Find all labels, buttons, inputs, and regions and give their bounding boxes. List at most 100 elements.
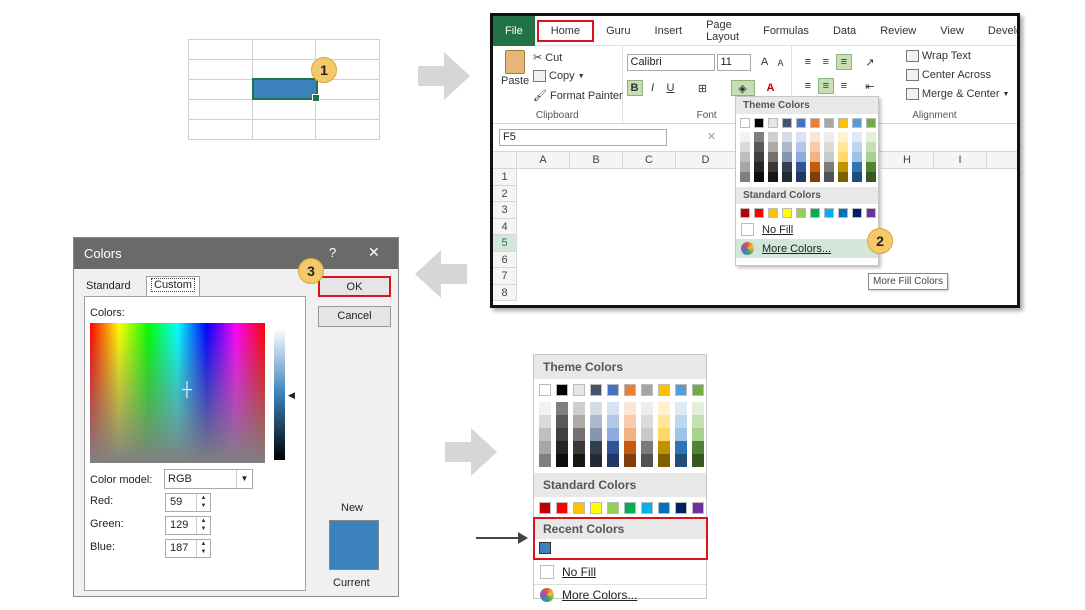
color-swatch[interactable]: [607, 415, 619, 428]
color-swatch[interactable]: [768, 132, 778, 142]
color-swatch[interactable]: [692, 384, 704, 396]
color-swatch[interactable]: [838, 152, 848, 162]
color-swatch[interactable]: [810, 142, 820, 152]
color-swatch[interactable]: [658, 428, 670, 441]
slider-pointer-icon[interactable]: ◀: [288, 390, 295, 401]
color-swatch[interactable]: [539, 384, 551, 396]
color-swatch[interactable]: [838, 162, 848, 172]
tab-file[interactable]: File: [493, 16, 535, 46]
color-swatch[interactable]: [852, 172, 862, 182]
color-spectrum-picker[interactable]: ┼: [90, 323, 265, 463]
color-swatch[interactable]: [796, 172, 806, 182]
select-all-corner[interactable]: [493, 152, 517, 169]
color-swatch[interactable]: [590, 502, 602, 514]
color-swatch[interactable]: [852, 118, 862, 128]
borders-icon[interactable]: ⊞: [695, 80, 711, 96]
color-swatch[interactable]: [810, 118, 820, 128]
color-swatch[interactable]: [641, 384, 653, 396]
color-swatch[interactable]: [692, 441, 704, 454]
color-swatch[interactable]: [607, 428, 619, 441]
color-swatch[interactable]: [754, 142, 764, 152]
color-swatch[interactable]: [641, 415, 653, 428]
color-swatch[interactable]: [573, 428, 585, 441]
italic-button[interactable]: I: [645, 80, 661, 96]
more-colors-option[interactable]: More Colors...: [736, 239, 878, 258]
fill-color-button[interactable]: ◈: [730, 80, 755, 96]
color-swatch[interactable]: [740, 132, 750, 142]
no-fill-option[interactable]: No Fill: [534, 560, 706, 584]
color-swatch[interactable]: [740, 162, 750, 172]
color-swatch[interactable]: [556, 502, 568, 514]
color-swatch[interactable]: [607, 441, 619, 454]
color-swatch[interactable]: [692, 502, 704, 514]
color-swatch[interactable]: [658, 402, 670, 415]
color-swatch[interactable]: [590, 454, 602, 467]
color-swatch[interactable]: [658, 415, 670, 428]
color-swatch[interactable]: [754, 152, 764, 162]
tab-view[interactable]: View: [928, 16, 976, 46]
color-swatch[interactable]: [624, 415, 636, 428]
column-header[interactable]: H: [881, 152, 934, 169]
copy-button[interactable]: Copy ▼: [533, 70, 585, 82]
align-right-icon[interactable]: ≡: [836, 78, 852, 94]
selected-cell[interactable]: [252, 78, 320, 102]
format-painter-button[interactable]: 🖌 Format Painter: [533, 89, 623, 103]
color-swatch[interactable]: [782, 172, 792, 182]
cancel-button[interactable]: Cancel: [318, 306, 391, 327]
color-swatch[interactable]: [607, 384, 619, 396]
color-swatch[interactable]: [675, 454, 687, 467]
tab-standard[interactable]: Standard: [86, 280, 131, 292]
color-swatch[interactable]: [796, 132, 806, 142]
tab-guru[interactable]: Guru: [594, 16, 642, 46]
ok-button[interactable]: OK: [318, 276, 391, 297]
color-swatch[interactable]: [740, 172, 750, 182]
indent-icon[interactable]: ⇤: [862, 78, 878, 94]
color-swatch[interactable]: [692, 415, 704, 428]
color-swatch[interactable]: [556, 454, 568, 467]
column-header[interactable]: A: [517, 152, 570, 169]
merge-center-button[interactable]: Merge & Center ▼: [905, 88, 1009, 100]
color-swatch[interactable]: [675, 428, 687, 441]
color-swatch[interactable]: [658, 384, 670, 396]
shrink-font-icon[interactable]: A: [773, 55, 789, 71]
color-swatch[interactable]: [624, 428, 636, 441]
spinner-arrows-icon[interactable]: ▲ ▼: [196, 494, 210, 511]
color-swatch[interactable]: [810, 162, 820, 172]
green-spinner[interactable]: 129 ▲ ▼: [165, 516, 211, 535]
align-bottom-icon[interactable]: ≡: [835, 54, 852, 70]
color-swatch[interactable]: [692, 428, 704, 441]
color-swatch[interactable]: [796, 152, 806, 162]
help-icon[interactable]: ?: [329, 245, 336, 260]
cancel-entry-icon[interactable]: ✕: [707, 130, 716, 143]
color-swatch[interactable]: [641, 428, 653, 441]
color-swatch[interactable]: [852, 152, 862, 162]
row-header[interactable]: 3: [493, 202, 517, 219]
color-swatch[interactable]: [607, 502, 619, 514]
color-swatch[interactable]: [556, 384, 568, 396]
tab-formulas[interactable]: Formulas: [751, 16, 821, 46]
color-swatch[interactable]: [573, 454, 585, 467]
tab-developer[interactable]: Develo: [976, 16, 1017, 46]
color-swatch[interactable]: [624, 502, 636, 514]
red-spinner[interactable]: 59 ▲ ▼: [165, 493, 211, 512]
color-swatch[interactable]: [539, 441, 551, 454]
column-header[interactable]: [987, 152, 1017, 169]
color-swatch[interactable]: [824, 118, 834, 128]
column-header[interactable]: B: [570, 152, 623, 169]
column-header[interactable]: D: [676, 152, 736, 169]
color-swatch[interactable]: [740, 142, 750, 152]
tab-review[interactable]: Review: [868, 16, 928, 46]
color-swatch[interactable]: [796, 118, 806, 128]
spinner-arrows-icon[interactable]: ▲ ▼: [196, 517, 210, 534]
align-middle-icon[interactable]: ≡: [818, 54, 834, 70]
color-swatch[interactable]: [556, 428, 568, 441]
close-icon[interactable]: ✕: [368, 244, 380, 261]
color-swatch[interactable]: [824, 172, 834, 182]
color-swatch[interactable]: [810, 172, 820, 182]
more-colors-option[interactable]: More Colors...: [534, 584, 706, 605]
color-swatch[interactable]: [740, 118, 750, 128]
color-swatch[interactable]: [782, 162, 792, 172]
color-swatch[interactable]: [824, 132, 834, 142]
row-header[interactable]: 1: [493, 169, 517, 186]
color-swatch[interactable]: [573, 384, 585, 396]
